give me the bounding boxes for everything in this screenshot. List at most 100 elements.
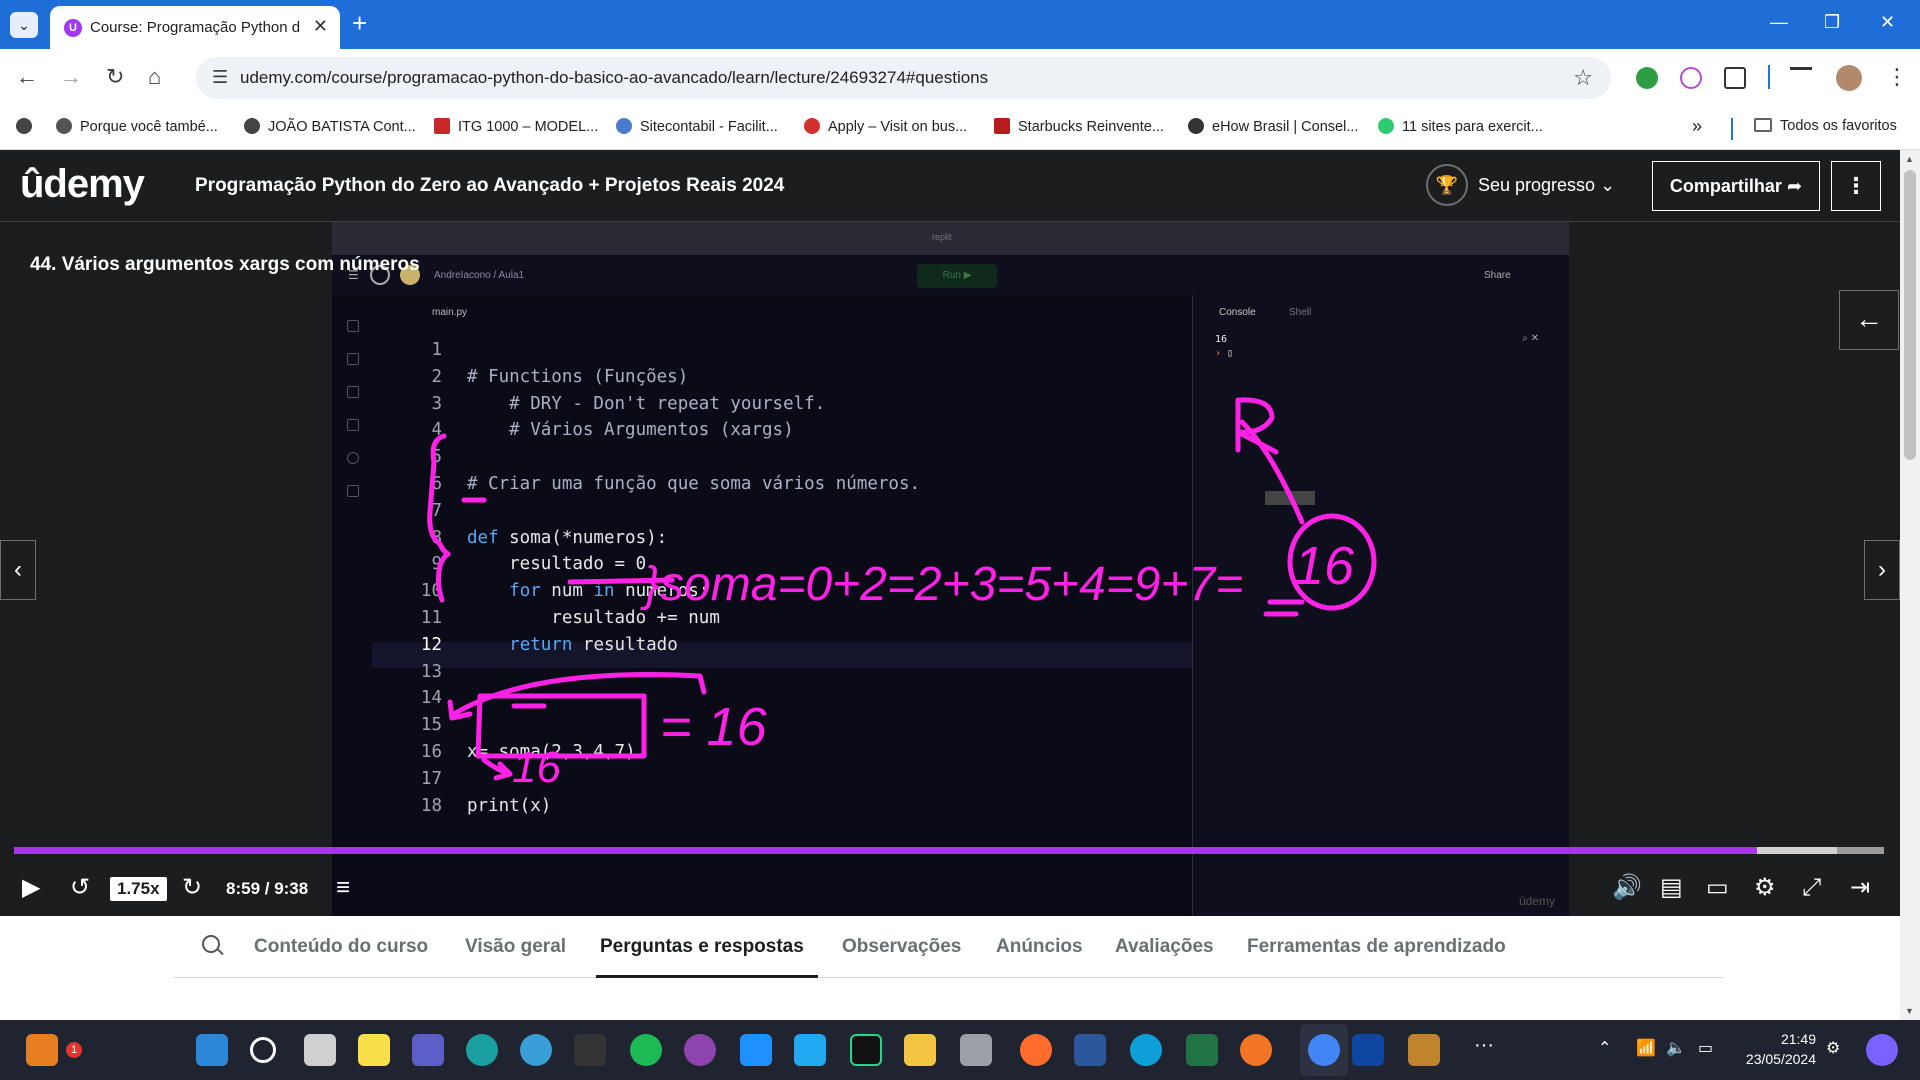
- more-bookmarks-chevron-icon[interactable]: »: [1692, 116, 1702, 137]
- browser-menu-icon[interactable]: ⋮: [1886, 63, 1908, 91]
- teams-icon[interactable]: [412, 1034, 444, 1066]
- tab-announcements[interactable]: Anúncios: [996, 936, 1083, 958]
- theater-mode-icon[interactable]: ⇥: [1850, 874, 1870, 902]
- expand-sidebar-button[interactable]: ←: [1839, 290, 1899, 350]
- previous-lecture-button[interactable]: ‹: [0, 540, 36, 600]
- all-favorites-folder[interactable]: Todos os favoritos: [1754, 118, 1897, 134]
- search-icon[interactable]: [202, 935, 220, 953]
- code-text: x= soma(2,3,4,7): [467, 741, 636, 762]
- captions-icon[interactable]: ▭: [1706, 874, 1729, 902]
- notifications-gear-icon[interactable]: ⚙: [1826, 1038, 1840, 1058]
- chrome-icon[interactable]: [1308, 1034, 1340, 1066]
- excel-icon[interactable]: [1186, 1034, 1218, 1066]
- scroll-down-icon[interactable]: ▼: [1905, 1006, 1914, 1016]
- add-note-icon[interactable]: ≡: [336, 874, 350, 902]
- file-explorer-icon[interactable]: [904, 1034, 936, 1066]
- sticky-notes-icon[interactable]: [358, 1034, 390, 1066]
- tab-close-icon[interactable]: ✕: [313, 16, 328, 37]
- extension-shield-icon[interactable]: [1636, 67, 1658, 89]
- back-arrow-icon[interactable]: ←: [16, 63, 38, 91]
- transcript-icon[interactable]: ▤: [1660, 874, 1683, 902]
- forward-arrow-icon[interactable]: →: [60, 63, 82, 91]
- forward-icon[interactable]: ↻: [182, 874, 202, 902]
- bookmark-globe-icon[interactable]: [16, 118, 40, 135]
- share-button[interactable]: Compartilhar ➦: [1652, 161, 1820, 211]
- tab-learning-tools[interactable]: Ferramentas de aprendizado: [1247, 936, 1506, 958]
- page-scrollbar[interactable]: ▲ ▼: [1900, 150, 1920, 1020]
- restore-button[interactable]: ❐: [1824, 12, 1840, 33]
- media-controls-icon[interactable]: [1790, 67, 1812, 89]
- edge-icon[interactable]: [466, 1034, 498, 1066]
- bookmark-item[interactable]: JOÃO BATISTA Cont...: [244, 118, 416, 135]
- bookmark-item[interactable]: Apply – Visit on bus...: [804, 118, 967, 135]
- volume-icon[interactable]: 🔊: [1612, 874, 1642, 902]
- bookmark-item[interactable]: Porque você també...: [56, 118, 218, 135]
- widgets-icon[interactable]: 1: [26, 1034, 82, 1066]
- playback-speed-button[interactable]: 1.75x: [110, 877, 167, 901]
- home-icon[interactable]: ⌂: [148, 63, 161, 91]
- close-window-button[interactable]: ✕: [1880, 12, 1895, 33]
- reload-icon[interactable]: ↻: [106, 63, 124, 91]
- extensions-puzzle-icon[interactable]: [1724, 67, 1746, 89]
- bookmark-item[interactable]: Sitecontabil - Facilit...: [616, 118, 778, 135]
- start-icon[interactable]: [196, 1034, 228, 1066]
- database-icon: [347, 485, 359, 497]
- bookmark-item[interactable]: ITG 1000 – MODEL...: [434, 118, 598, 135]
- bookmark-item[interactable]: Starbucks Reinvente...: [994, 118, 1164, 135]
- fullscreen-icon[interactable]: ⤢: [1802, 874, 1821, 902]
- tab-reviews[interactable]: Avaliações: [1115, 936, 1214, 958]
- battery-icon[interactable]: ▭: [1698, 1038, 1713, 1058]
- search-taskbar-icon[interactable]: [250, 1037, 276, 1063]
- app-blue-icon[interactable]: [1130, 1034, 1162, 1066]
- tab-questions[interactable]: Perguntas e respostas: [600, 936, 804, 958]
- bookmark-item[interactable]: 11 sites para exercit...: [1378, 118, 1543, 135]
- play-icon[interactable]: ▶: [22, 874, 40, 902]
- volume-tray-icon[interactable]: 🔈: [1666, 1038, 1686, 1058]
- seek-bar[interactable]: [14, 847, 1884, 854]
- course-title[interactable]: Programação Python do Zero ao Avançado +…: [195, 175, 784, 197]
- profile-avatar[interactable]: [1836, 65, 1862, 91]
- more-apps-icon[interactable]: ···: [1474, 1034, 1494, 1057]
- minimize-button[interactable]: —: [1770, 12, 1788, 33]
- code-text: # DRY - Don't repeat yourself.: [467, 393, 826, 414]
- browser-tab-active[interactable]: U Course: Programação Python do Zero ao …: [50, 6, 340, 49]
- calculator-icon[interactable]: [960, 1034, 992, 1066]
- video-player[interactable]: 44. Vários argumentos xargs com números …: [0, 222, 1900, 916]
- notepad-icon[interactable]: [740, 1034, 772, 1066]
- app-misc-icon[interactable]: [1408, 1034, 1440, 1066]
- system-clock[interactable]: 21:49 23/05/2024: [1740, 1029, 1816, 1069]
- spotify-icon[interactable]: [630, 1034, 662, 1066]
- url-text[interactable]: udemy.com/course/programacao-python-do-b…: [240, 68, 988, 88]
- github-icon[interactable]: [684, 1034, 716, 1066]
- settings-gear-icon[interactable]: ⚙: [1754, 874, 1776, 902]
- scroll-thumb[interactable]: [1904, 170, 1916, 460]
- new-tab-button[interactable]: +: [352, 10, 367, 36]
- pycharm-icon[interactable]: [850, 1034, 882, 1066]
- rewind-icon[interactable]: ↺: [70, 874, 90, 902]
- tab-overview[interactable]: Visão geral: [465, 936, 566, 958]
- vscode-icon[interactable]: [794, 1034, 826, 1066]
- udemy-logo[interactable]: ûdemy: [20, 162, 145, 207]
- tab-course-content[interactable]: Conteúdo do curso: [254, 936, 428, 958]
- firefox-icon[interactable]: [1020, 1034, 1052, 1066]
- tab-search-button[interactable]: ⌄: [10, 12, 38, 38]
- site-info-icon[interactable]: ☰: [212, 67, 228, 88]
- copilot-icon[interactable]: [1866, 1034, 1898, 1066]
- hidden-icons-chevron-icon[interactable]: ⌃: [1598, 1038, 1611, 1058]
- task-view-icon[interactable]: [304, 1034, 336, 1066]
- tab-notes[interactable]: Observações: [842, 936, 961, 958]
- bookmark-item[interactable]: eHow Brasil | Consel...: [1188, 118, 1358, 135]
- wifi-icon[interactable]: 📶: [1636, 1038, 1656, 1058]
- bookmark-star-icon[interactable]: ☆: [1573, 65, 1593, 91]
- word-icon[interactable]: [1074, 1034, 1106, 1066]
- bitwarden-icon[interactable]: [1352, 1034, 1384, 1066]
- scroll-up-icon[interactable]: ▲: [1905, 154, 1914, 164]
- more-options-button[interactable]: ⋮: [1831, 161, 1881, 211]
- jupyter-icon[interactable]: [1240, 1034, 1272, 1066]
- paint-icon[interactable]: [520, 1034, 552, 1066]
- video-frame[interactable]: replit ☰ AndreIacono / Aula1 Run ▶ Share…: [332, 222, 1569, 916]
- address-bar[interactable]: ☰ udemy.com/course/programacao-python-do…: [196, 57, 1611, 99]
- extension-broadcast-icon[interactable]: [1680, 67, 1702, 89]
- next-lecture-button[interactable]: ›: [1864, 540, 1900, 600]
- notion-icon[interactable]: [574, 1034, 606, 1066]
